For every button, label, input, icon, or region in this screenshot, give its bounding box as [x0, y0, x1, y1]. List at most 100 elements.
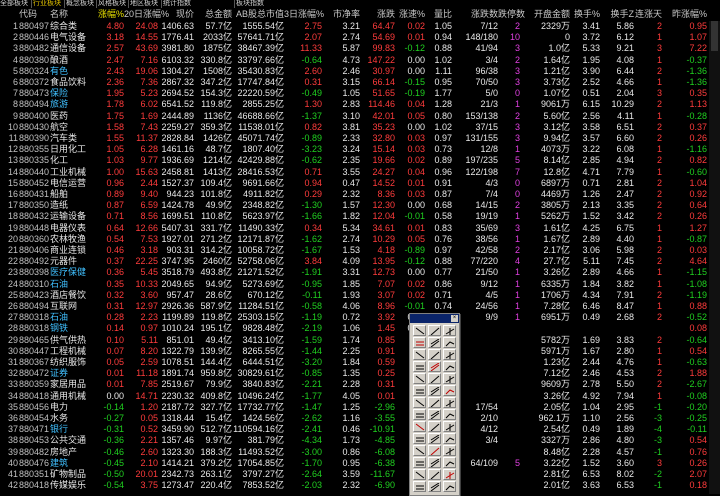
- table-row[interactable]: 20 880360 农林牧渔 0.54 7.53 1927.01 271.2亿 12171.8…: [0, 234, 720, 245]
- column-header[interactable]: 涨速%: [395, 8, 425, 21]
- table-row[interactable]: 6 880372 食品饮料 2.36 7.36 2867.32 347.2亿 17747.84…: [0, 77, 720, 88]
- speed-icon[interactable]: [413, 421, 426, 432]
- table-row[interactable]: 42 880418 传媒娱乐 -0.54 3.75 1273.47 220.4亿 7853.5…: [0, 480, 720, 491]
- tab-1[interactable]: 行业板块: [33, 0, 61, 8]
- table-row[interactable]: 34 880418 通用机械 0.00 14.71 2230.32 409.8亿 10496.…: [0, 391, 720, 402]
- text-icon[interactable]: [443, 373, 456, 384]
- golden-icon[interactable]: [428, 433, 441, 444]
- column-header[interactable]: 总金额: [196, 8, 232, 21]
- table-row[interactable]: 11 880390 汽车类 1.55 11.37 2828.84 1426亿 45071.74…: [0, 133, 720, 144]
- column-header[interactable]: 涨幅%: [92, 8, 124, 21]
- table-row[interactable]: 16 880431 船舶 0.89 9.40 944.23 101.8亿 4911.82亿 0.…: [0, 189, 720, 200]
- close-icon[interactable]: [443, 481, 456, 492]
- table-row[interactable]: 1 880497 综合类 4.80 24.08 1406.63 57.7亿 1555.54亿 2…: [0, 21, 720, 32]
- trend-icon[interactable]: [443, 337, 456, 348]
- column-header[interactable]: 连涨天: [634, 8, 662, 21]
- column-header[interactable]: 开盘金额: [520, 8, 570, 21]
- table-row[interactable]: 21 880406 商业连锁 0.46 3.18 903.31 314.2亿 10058.72…: [0, 245, 720, 256]
- tab-4[interactable]: 地区板块: [130, 0, 158, 8]
- wave-icon[interactable]: [413, 409, 426, 420]
- column-header[interactable]: 换手Z: [600, 8, 635, 21]
- tab-2[interactable]: 概念板块: [66, 0, 94, 8]
- column-header[interactable]: 市净率: [322, 8, 360, 21]
- vertical-icon[interactable]: [428, 349, 441, 360]
- table-row[interactable]: 22 880492 元器件 0.37 22.25 3747.95 2460亿 52758.06…: [0, 256, 720, 267]
- ruler-icon[interactable]: [428, 421, 441, 432]
- arrow-icon[interactable]: [413, 385, 426, 396]
- period-icon[interactable]: [428, 397, 441, 408]
- settings-icon[interactable]: [413, 481, 426, 492]
- table-row[interactable]: 13 880335 化工 1.03 9.77 1936.69 1214亿 42429.88亿 -…: [0, 155, 720, 166]
- table-row[interactable]: 17 880350 造纸 0.87 6.59 1424.78 49.9亿 2348.82亿 -1…: [0, 200, 720, 211]
- table-row[interactable]: 15 880452 电信运营 0.96 2.44 1527.37 109.4亿 9691.66…: [0, 178, 720, 189]
- table-row[interactable]: 24 880310 石油 0.35 10.33 2049.65 94.9亿 5273.69亿 -…: [0, 279, 720, 290]
- save-icon[interactable]: [413, 469, 426, 480]
- column-header[interactable]: 现价: [158, 8, 194, 21]
- column-header[interactable]: 涨跌数: [452, 8, 498, 21]
- select-icon[interactable]: [428, 457, 441, 468]
- table-row[interactable]: 4 880380 酿酒 2.47 7.16 6103.32 330.8亿 33797.66亿 -…: [0, 55, 720, 66]
- column-header[interactable]: 跌停数: [498, 8, 525, 21]
- column-header[interactable]: 昨涨幅%: [662, 8, 707, 21]
- table-row[interactable]: 33 880359 家居用品 0.01 7.85 2519.67 79.9亿 3840.83亿…: [0, 379, 720, 390]
- drawing-toolbox[interactable]: ×: [409, 313, 460, 496]
- grid-icon[interactable]: [413, 433, 426, 444]
- fib-icon[interactable]: [443, 361, 456, 372]
- column-header[interactable]: 涨跌: [360, 8, 395, 21]
- table-row[interactable]: 12 880355 日用化工 1.05 6.28 1461.16 48.7亿 1807.40亿…: [0, 144, 720, 155]
- table-row[interactable]: 9 880400 医药 1.75 1.69 2444.89 1136亿 46688.66亿 -1…: [0, 111, 720, 122]
- up-mark-icon[interactable]: [428, 385, 441, 396]
- line-icon[interactable]: [428, 325, 441, 336]
- triangle-icon[interactable]: [443, 409, 456, 420]
- table-row[interactable]: 23 880398 医疗保健 0.36 5.45 3518.79 493.8亿 21271.5…: [0, 267, 720, 278]
- color-icon[interactable]: [443, 457, 456, 468]
- down-mark-icon[interactable]: [443, 385, 456, 396]
- scrollbar[interactable]: [709, 21, 720, 494]
- pointer-icon[interactable]: [413, 325, 426, 336]
- table-row[interactable]: 32 880472 证券 0.01 11.18 1891.74 959.8亿 30829.61…: [0, 368, 720, 379]
- column-header[interactable]: 代码: [19, 8, 52, 21]
- table-row[interactable]: 7 880473 保险 1.95 5.23 2694.52 154.3亿 22220.59亿 -…: [0, 88, 720, 99]
- scrollbar-thumb[interactable]: [711, 21, 718, 51]
- table-row[interactable]: 35 880456 电力 -0.14 1.20 2187.72 327.7亿 17732.77…: [0, 402, 720, 413]
- tab-6[interactable]: 板块指数: [236, 0, 264, 8]
- table-row[interactable]: 3 880482 通信设备 2.57 43.69 3981.80 1875亿 38467.39…: [0, 43, 720, 54]
- table-row[interactable]: 18 880432 运输设备 0.71 8.56 1699.51 110.8亿 5623.97…: [0, 211, 720, 222]
- eraser-icon[interactable]: [428, 469, 441, 480]
- cycle-icon[interactable]: [428, 373, 441, 384]
- table-row[interactable]: 14 880440 工业机械 1.00 15.63 2458.81 1413亿 28416.5…: [0, 167, 720, 178]
- column-header[interactable]: 20日涨幅%: [124, 8, 169, 21]
- table-row[interactable]: 8 880494 旅游 1.78 6.02 6541.52 119.8亿 2855.25亿 1.…: [0, 99, 720, 110]
- ellipse-icon[interactable]: [428, 409, 441, 420]
- lock-icon[interactable]: [443, 445, 456, 456]
- tab-3[interactable]: 风格板块: [98, 0, 126, 8]
- column-header[interactable]: 换手%: [570, 8, 600, 21]
- table-row[interactable]: 40 880476 建筑 -0.45 2.10 1414.21 379.2亿 17054.85…: [0, 458, 720, 469]
- percent-icon[interactable]: [413, 397, 426, 408]
- column-header[interactable]: AB股总市值: [232, 8, 284, 21]
- table-row[interactable]: 10 880430 航空 1.58 7.43 2259.27 359.3亿 11538.01亿…: [0, 122, 720, 133]
- cross-icon[interactable]: [413, 445, 426, 456]
- table-row[interactable]: 39 880482 房地产 -0.46 2.60 1323.30 188.3亿 11493.5…: [0, 447, 720, 458]
- table-row[interactable]: 36 880454 水务 -0.27 0.05 1318.44 15.4亿 1424.56亿 -…: [0, 413, 720, 424]
- table-row[interactable]: 37 880471 银行 -0.31 0.52 3459.90 512.7亿 110594.1…: [0, 424, 720, 435]
- angle-icon[interactable]: [443, 397, 456, 408]
- table-row[interactable]: 19 880448 电器仪表 0.64 12.66 5407.31 331.7亿 11490.…: [0, 223, 720, 234]
- hide-icon[interactable]: [413, 457, 426, 468]
- circle-icon[interactable]: [413, 361, 426, 372]
- column-header[interactable]: 3日涨幅%: [284, 8, 324, 21]
- column-header[interactable]: 名称: [50, 8, 94, 21]
- undo-icon[interactable]: [443, 469, 456, 480]
- horizontal-icon[interactable]: [413, 349, 426, 360]
- table-row[interactable]: 26 880494 互联网 0.31 12.97 2926.36 587.9亿 11284.5…: [0, 301, 720, 312]
- parallel-icon[interactable]: [413, 337, 426, 348]
- table-row[interactable]: 25 880423 酒店餐饮 0.32 3.60 957.47 28.6亿 670.12亿 -0…: [0, 290, 720, 301]
- tab-0[interactable]: 全部板块: [0, 0, 28, 8]
- arc-icon[interactable]: [443, 349, 456, 360]
- tab-5[interactable]: 统计指数: [163, 0, 191, 8]
- help-icon[interactable]: [428, 481, 441, 492]
- table-row[interactable]: 2 880446 电气设备 3.18 14.55 1776.41 2033亿 57641.71…: [0, 32, 720, 43]
- column-header[interactable]: 量比: [425, 8, 452, 21]
- table-row[interactable]: 38 880453 公共交通 -0.36 2.21 1357.46 9.97亿 381.79亿…: [0, 435, 720, 446]
- lines-icon[interactable]: [443, 433, 456, 444]
